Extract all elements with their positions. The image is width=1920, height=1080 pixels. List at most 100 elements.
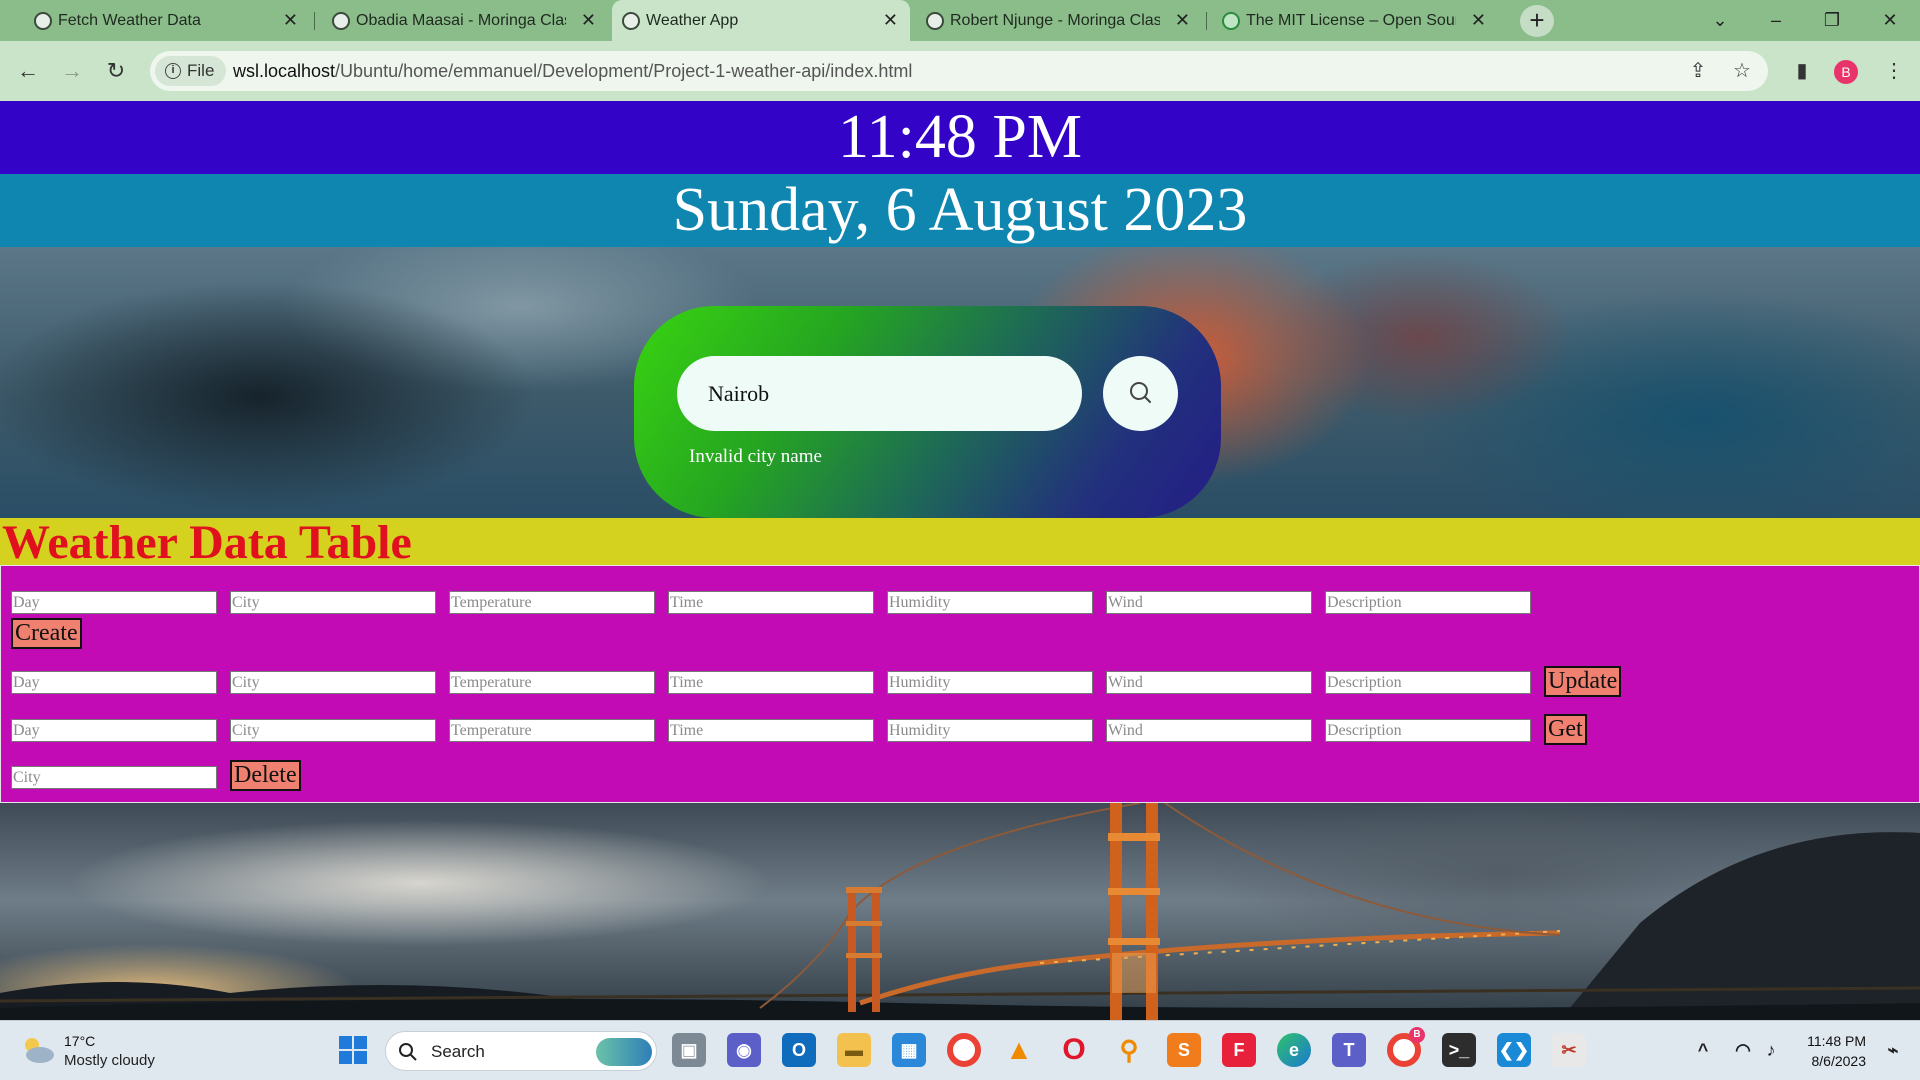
tab-fetch-weather-data[interactable]: Fetch Weather Data ✕ <box>24 0 310 41</box>
file-explorer-icon[interactable]: ▬ <box>837 1033 871 1067</box>
delete-button[interactable]: Delete <box>230 760 301 791</box>
search-button[interactable] <box>1103 356 1178 431</box>
info-icon: i <box>165 63 181 79</box>
update-city-field[interactable] <box>230 671 436 694</box>
tab-divider <box>314 12 315 30</box>
update-day-field[interactable] <box>11 671 217 694</box>
url-text[interactable]: wsl.localhost/Ubuntu/home/emmanuel/Devel… <box>233 51 912 91</box>
get-day-field[interactable] <box>11 719 217 742</box>
outlook-icon[interactable]: O <box>782 1033 816 1067</box>
close-tab-icon[interactable]: ✕ <box>1471 10 1486 30</box>
get-button[interactable]: Get <box>1544 714 1587 745</box>
snipping-tool-icon[interactable]: ✂ <box>1552 1033 1586 1067</box>
taskbar-search-label: Search <box>431 1042 485 1061</box>
clock-date: 8/6/2023 <box>1811 1053 1867 1069</box>
globe-favicon-icon <box>926 12 944 30</box>
url-path: /Ubuntu/home/emmanuel/Development/Projec… <box>335 61 913 81</box>
update-description-field[interactable] <box>1325 671 1531 694</box>
notification-bell-icon[interactable]: ⌁ <box>1876 1033 1910 1067</box>
create-temperature-field[interactable] <box>449 591 655 614</box>
back-arrow-icon[interactable]: ← <box>10 53 46 89</box>
tab-robert-njunge[interactable]: Robert Njunge - Moringa Class ✕ <box>916 0 1202 41</box>
get-time-field[interactable] <box>668 719 874 742</box>
reload-icon[interactable]: ↻ <box>98 53 134 89</box>
get-wind-field[interactable] <box>1106 719 1312 742</box>
get-humidity-field[interactable] <box>887 719 1093 742</box>
search-icon <box>399 1043 417 1061</box>
opera-icon[interactable]: O <box>1057 1033 1091 1067</box>
edge-icon[interactable]: e <box>1277 1033 1311 1067</box>
close-tab-icon[interactable]: ✕ <box>283 10 298 30</box>
bookmark-star-icon[interactable]: ☆ <box>1724 53 1760 89</box>
delete-city-field[interactable] <box>11 766 217 789</box>
meet-now-icon[interactable]: ◉ <box>727 1033 761 1067</box>
search-icon <box>1130 382 1151 403</box>
task-view-icon[interactable]: ▣ <box>672 1033 706 1067</box>
weather-table-title: Weather Data Table <box>0 518 1920 568</box>
restore-icon[interactable]: ❐ <box>1812 6 1852 34</box>
close-tab-icon[interactable]: ✕ <box>883 10 898 30</box>
new-tab-button[interactable]: + <box>1520 5 1554 37</box>
tab-mit-license[interactable]: The MIT License – Open Source ✕ <box>1212 0 1498 41</box>
city-search-input[interactable] <box>677 356 1082 431</box>
vlc-icon[interactable]: ▲ <box>1002 1033 1036 1067</box>
tab-weather-app[interactable]: Weather App ✕ <box>612 0 910 41</box>
weather-app-page: 11:48 PM Sunday, 6 August 2023 Invalid c… <box>0 101 1920 1020</box>
tab-search-chevron-icon[interactable]: ⌄ <box>1700 6 1740 34</box>
tab-strip: Fetch Weather Data ✕ Obadia Maasai - Mor… <box>0 0 1920 41</box>
forward-arrow-icon[interactable]: → <box>54 53 90 89</box>
show-hidden-icons-chevron[interactable]: ^ <box>1686 1033 1720 1067</box>
close-tab-icon[interactable]: ✕ <box>581 10 596 30</box>
tab-label: Weather App <box>646 11 739 29</box>
clock-time: 11:48 PM <box>1807 1033 1866 1049</box>
get-temperature-field[interactable] <box>449 719 655 742</box>
osi-favicon-icon <box>1222 12 1240 30</box>
weather-widget[interactable]: 17°C Mostly cloudy <box>18 1029 198 1073</box>
sublime-text-icon[interactable]: S <box>1167 1033 1201 1067</box>
update-humidity-field[interactable] <box>887 671 1093 694</box>
get-description-field[interactable] <box>1325 719 1531 742</box>
system-clock[interactable]: 11:48 PM 8/6/2023 <box>1776 1031 1866 1071</box>
browser-toolbar: ← → ↻ i File wsl.localhost/Ubuntu/home/e… <box>0 41 1920 101</box>
site-info-chip[interactable]: i File <box>155 56 227 86</box>
weather-data-form: Create Update Get Delete <box>0 565 1920 803</box>
weather-description: Mostly cloudy <box>64 1052 155 1069</box>
vscode-icon[interactable]: ❮❯ <box>1497 1033 1531 1067</box>
update-wind-field[interactable] <box>1106 671 1312 694</box>
create-city-field[interactable] <box>230 591 436 614</box>
update-button[interactable]: Update <box>1544 666 1622 697</box>
current-time: 11:48 PM <box>0 101 1920 174</box>
search-highlight-image <box>596 1038 652 1066</box>
calculator-icon[interactable]: ▦ <box>892 1033 926 1067</box>
more-menu-icon[interactable]: ⋮ <box>1876 53 1912 89</box>
tab-label: Robert Njunge - Moringa Class <box>950 11 1160 29</box>
create-button[interactable]: Create <box>11 618 82 649</box>
chrome-icon[interactable] <box>947 1033 981 1067</box>
flipboard-icon[interactable]: F <box>1222 1033 1256 1067</box>
search-card: Invalid city name <box>634 306 1221 518</box>
update-time-field[interactable] <box>668 671 874 694</box>
taskbar-search-box[interactable]: Search <box>385 1031 657 1071</box>
update-temperature-field[interactable] <box>449 671 655 694</box>
profile-avatar[interactable]: B <box>1834 60 1858 84</box>
chrome-profile-icon[interactable]: B <box>1387 1027 1425 1067</box>
close-window-icon[interactable]: ✕ <box>1870 6 1910 34</box>
search-everything-icon[interactable]: ⚲ <box>1112 1033 1146 1067</box>
teams-icon[interactable]: T <box>1332 1033 1366 1067</box>
get-city-field[interactable] <box>230 719 436 742</box>
create-humidity-field[interactable] <box>887 591 1093 614</box>
weather-temperature: 17°C <box>64 1033 96 1049</box>
create-wind-field[interactable] <box>1106 591 1312 614</box>
start-button[interactable] <box>336 1034 370 1068</box>
create-day-field[interactable] <box>11 591 217 614</box>
close-tab-icon[interactable]: ✕ <box>1175 10 1190 30</box>
share-icon[interactable]: ⇪ <box>1680 53 1716 89</box>
tab-obadia-maasai[interactable]: Obadia Maasai - Moringa Class ✕ <box>322 0 608 41</box>
error-message: Invalid city name <box>689 446 822 467</box>
minimize-icon[interactable]: – <box>1756 6 1796 34</box>
create-description-field[interactable] <box>1325 591 1531 614</box>
terminal-icon[interactable]: >_ <box>1442 1033 1476 1067</box>
side-panel-icon[interactable]: ▮ <box>1784 53 1820 89</box>
create-time-field[interactable] <box>668 591 874 614</box>
address-bar[interactable]: i File wsl.localhost/Ubuntu/home/emmanue… <box>150 51 1768 91</box>
